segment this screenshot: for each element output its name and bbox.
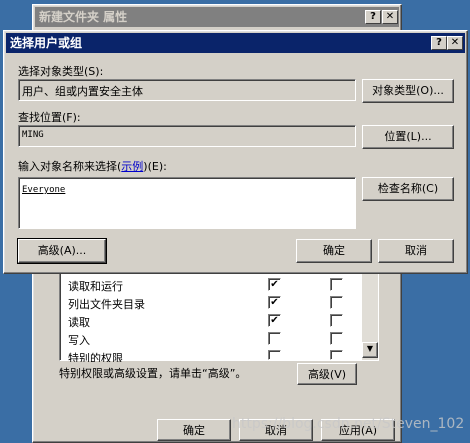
- deny-checkbox[interactable]: [330, 278, 343, 291]
- locations-button[interactable]: 位置(L)...: [362, 125, 454, 149]
- properties-close-button[interactable]: ✕: [382, 10, 398, 24]
- deny-checkbox[interactable]: [330, 350, 343, 360]
- special-permissions-text: 特别权限或高级设置，请单击“高级”。: [59, 367, 247, 380]
- scroll-down-button[interactable]: ▼: [362, 342, 378, 358]
- permission-row: 写入: [68, 334, 90, 347]
- allow-checkbox[interactable]: [268, 350, 281, 360]
- dialog-cancel-button[interactable]: 取消: [378, 239, 454, 263]
- allow-checkbox[interactable]: ✔: [268, 278, 281, 291]
- permissions-scrollbar[interactable]: ▼: [362, 262, 378, 360]
- object-type-label: 选择对象类型(S):: [18, 65, 104, 78]
- watermark: https://blog.csdn.net/Steven_102: [232, 416, 465, 432]
- check-names-button[interactable]: 检查名称(C): [362, 177, 454, 201]
- dialog-help-button[interactable]: ?: [431, 36, 447, 50]
- deny-checkbox[interactable]: [330, 332, 343, 345]
- examples-link[interactable]: 示例: [121, 160, 143, 173]
- properties-title: 新建文件夹 属性: [39, 10, 128, 24]
- permission-row: 特别的权限: [68, 352, 123, 362]
- location-field: MING: [18, 125, 356, 147]
- permissions-list: 读取和运行 列出文件夹目录 读取 写入 特别的权限 ✔ ✔ ✔ ▼: [59, 261, 379, 362]
- deny-checkbox[interactable]: [330, 314, 343, 327]
- location-label: 查找位置(F):: [18, 111, 81, 124]
- object-names-textarea[interactable]: Everyone: [18, 177, 356, 229]
- object-types-button[interactable]: 对象类型(O)...: [362, 79, 454, 103]
- properties-help-button[interactable]: ?: [365, 10, 381, 24]
- object-names-label: 输入对象名称来选择(示例)(E):: [18, 160, 167, 173]
- dialog-title: 选择用户或组: [10, 36, 83, 50]
- allow-checkbox[interactable]: ✔: [268, 314, 281, 327]
- advanced-button[interactable]: 高级(V): [297, 363, 357, 385]
- deny-checkbox[interactable]: [330, 296, 343, 309]
- dialog-title-bar: 选择用户或组 ? ✕: [6, 33, 465, 53]
- allow-checkbox[interactable]: [268, 332, 281, 345]
- ok-button[interactable]: 确定: [157, 419, 231, 441]
- permission-row: 读取: [68, 316, 90, 329]
- select-users-dialog: 选择用户或组 ? ✕ 选择对象类型(S): 用户、组或内置安全主体 对象类型(O…: [3, 30, 468, 274]
- dialog-ok-button[interactable]: 确定: [296, 239, 372, 263]
- object-type-field: 用户、组或内置安全主体: [18, 79, 356, 101]
- properties-title-bar: 新建文件夹 属性 ? ✕: [35, 7, 399, 27]
- advanced-search-button[interactable]: 高级(A)...: [17, 238, 107, 264]
- allow-checkbox[interactable]: ✔: [268, 296, 281, 309]
- permission-row: 读取和运行: [68, 280, 123, 293]
- permission-row: 列出文件夹目录: [68, 298, 145, 311]
- dialog-close-button[interactable]: ✕: [447, 36, 463, 50]
